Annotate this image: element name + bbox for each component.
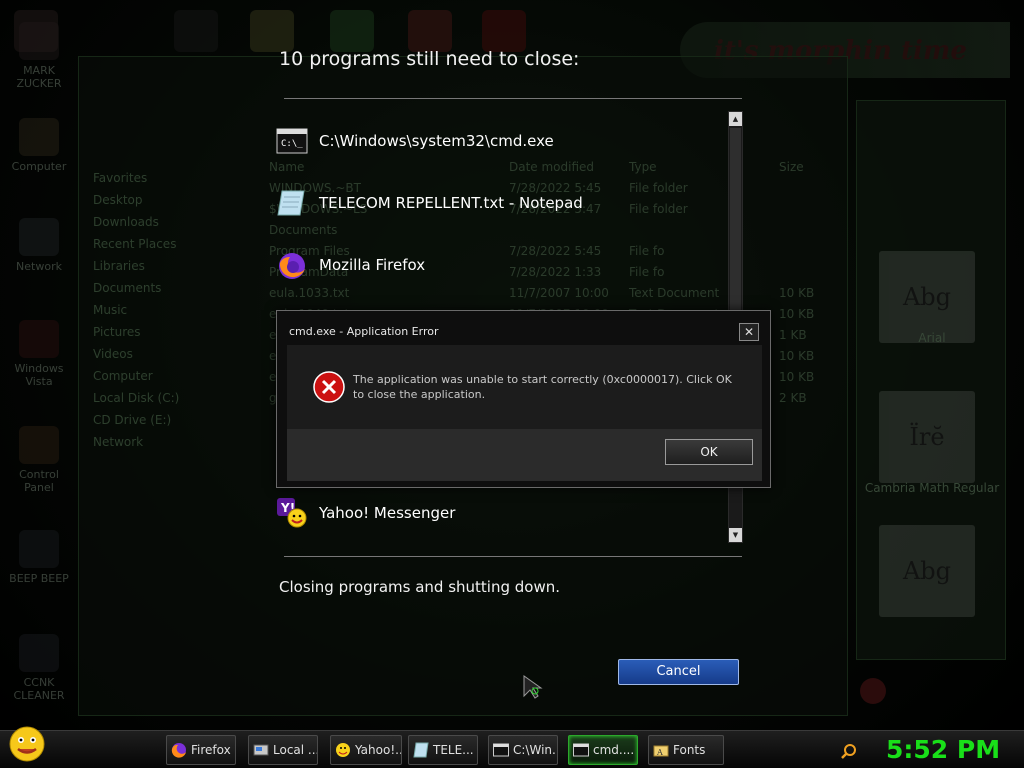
taskbar-button-label: C:\Win... [513, 743, 557, 757]
divider [284, 98, 742, 99]
program-label: TELECOM REPELLENT.txt - Notepad [319, 194, 583, 212]
program-item-cmd[interactable]: C:\_ C:\Windows\system32\cmd.exe [276, 121, 716, 161]
smiley-start-icon [9, 726, 45, 762]
busy-cursor-icon [522, 674, 548, 704]
search-icon[interactable] [841, 743, 857, 759]
clock[interactable]: 5:52 PM [886, 735, 1000, 764]
scroll-down-button[interactable]: ▼ [729, 528, 742, 542]
taskbar-button-label: Local ... [273, 743, 318, 757]
program-label: Mozilla Firefox [319, 256, 426, 274]
taskbar-button-label: cmd.... [593, 743, 635, 757]
fonts-folder-icon: A [653, 742, 669, 758]
cmd-icon [573, 742, 589, 758]
firefox-icon [171, 742, 187, 758]
yahoo-messenger-icon: Y! [276, 497, 308, 529]
program-label: Yahoo! Messenger [319, 504, 456, 522]
cmd-icon [493, 742, 509, 758]
yahoo-messenger-icon [335, 742, 351, 758]
svg-text:C:\_: C:\_ [281, 139, 303, 149]
taskbar-button-label: Fonts [673, 743, 706, 757]
divider [284, 556, 742, 557]
dialog-title: cmd.exe - Application Error [289, 325, 439, 338]
taskbar-button[interactable]: C:\Win... [488, 735, 558, 765]
taskbar-button[interactable]: Local ... [248, 735, 318, 765]
application-error-dialog: cmd.exe - Application Error ✕ The applic… [276, 310, 771, 488]
taskbar-button-label: Firefox [191, 743, 231, 757]
taskbar-button[interactable]: cmd.... [568, 735, 638, 765]
taskbar: Firefox Local ... Yahoo!... TELE... C:\Win..… [0, 726, 1024, 768]
error-message: The application was unable to start corr… [353, 373, 732, 401]
taskbar-button[interactable]: A Fonts [648, 735, 724, 765]
notepad-icon [413, 742, 429, 758]
scroll-thumb[interactable] [730, 128, 741, 318]
start-button[interactable] [6, 723, 48, 765]
close-button[interactable]: ✕ [739, 323, 759, 341]
scroll-up-button[interactable]: ▲ [729, 112, 742, 126]
firefox-icon [276, 249, 308, 281]
local-disk-icon [253, 742, 269, 758]
taskbar-button[interactable]: TELE... [408, 735, 478, 765]
taskbar-button-label: Yahoo!... [355, 743, 402, 757]
dialog-body: The application was unable to start corr… [287, 345, 762, 429]
taskbar-button-label: TELE... [433, 743, 474, 757]
shutdown-status: Closing programs and shutting down. [279, 578, 560, 596]
cmd-icon: C:\_ [276, 125, 308, 157]
notepad-icon [276, 187, 308, 219]
program-label: C:\Windows\system32\cmd.exe [319, 132, 554, 150]
program-item-firefox[interactable]: Mozilla Firefox [276, 245, 716, 285]
ok-button[interactable]: OK [665, 439, 753, 465]
error-icon [313, 371, 345, 403]
cancel-button[interactable]: Cancel [618, 659, 739, 685]
screen: it's morphin time MARK ZUCKER Computer N… [0, 0, 1024, 768]
shutdown-title: 10 programs still need to close: [279, 48, 580, 70]
program-item-notepad[interactable]: TELECOM REPELLENT.txt - Notepad [276, 183, 716, 223]
svg-text:A: A [656, 748, 663, 757]
program-item-yahoo-messenger[interactable]: Y! Yahoo! Messenger [276, 493, 716, 533]
taskbar-button[interactable]: Yahoo!... [330, 735, 402, 765]
taskbar-button[interactable]: Firefox [166, 735, 236, 765]
